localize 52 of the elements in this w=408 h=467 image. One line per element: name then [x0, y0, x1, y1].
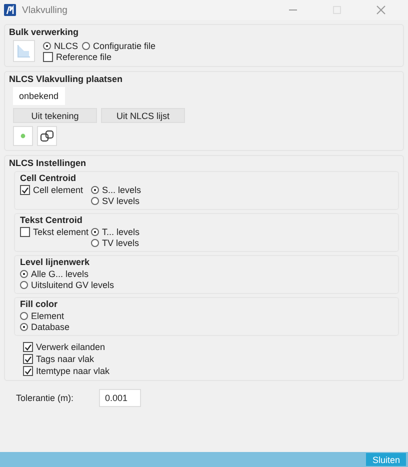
group-title: Tekst Centroid	[20, 215, 82, 225]
radio-button[interactable]	[20, 323, 28, 331]
radio-button[interactable]	[43, 42, 51, 50]
group-title: NLCS Vlakvulling plaatsen	[9, 74, 123, 84]
radio-button[interactable]	[82, 42, 90, 50]
tolerance-label: Tolerantie (m):	[16, 393, 75, 403]
checkbox-label[interactable]: Cell element	[33, 185, 84, 195]
group-title: Level lijnenwerk	[20, 257, 90, 267]
radio-label[interactable]: NLCS	[54, 40, 78, 50]
group-title: NLCS Instellingen	[9, 158, 86, 168]
radio-label[interactable]: Database	[31, 322, 70, 332]
radio-label[interactable]: S... levels	[102, 185, 142, 195]
checkbox-label[interactable]: Verwerk eilanden	[36, 342, 106, 352]
checkbox-label[interactable]: Tags naar vlak	[36, 354, 94, 364]
radio-label[interactable]: T... levels	[102, 227, 140, 237]
chain-link-icon	[40, 129, 54, 143]
radio-button[interactable]	[91, 186, 99, 194]
radio-button[interactable]	[91, 228, 99, 236]
radio-button[interactable]	[20, 281, 28, 289]
radio-label[interactable]: Uitsluitend GV levels	[31, 280, 114, 290]
checkbox[interactable]	[23, 366, 33, 376]
radio-button[interactable]	[20, 312, 28, 320]
app-logo-icon	[4, 4, 16, 16]
link-button[interactable]	[37, 126, 57, 146]
radio-button[interactable]	[20, 270, 28, 278]
chart-icon	[16, 43, 32, 59]
tolerance-field[interactable]: 0.001	[99, 389, 141, 407]
group-title: Fill color	[20, 299, 58, 309]
value-field[interactable]: onbekend	[13, 87, 65, 105]
action-button[interactable]: Uit tekening	[13, 108, 97, 123]
group-title: Cell Centroid	[20, 173, 76, 183]
radio-label[interactable]: Configuratie file	[93, 40, 156, 50]
checkbox[interactable]	[43, 52, 53, 62]
radio-button[interactable]	[91, 239, 99, 247]
radio-label[interactable]: SV levels	[102, 196, 140, 206]
checkbox[interactable]	[23, 342, 33, 352]
window-title: Vlakvulling	[22, 4, 68, 16]
action-button[interactable]: Uit NLCS lijst	[101, 108, 185, 123]
checkbox-label[interactable]: Tekst element	[33, 227, 89, 237]
checkbox-label[interactable]: Reference file	[56, 52, 112, 62]
checkbox[interactable]	[20, 185, 30, 195]
radio-label[interactable]: Alle G... levels	[31, 269, 89, 279]
radio-label[interactable]: Element	[31, 311, 64, 321]
checkbox[interactable]	[23, 354, 33, 364]
radio-button[interactable]	[91, 197, 99, 205]
checkbox[interactable]	[20, 227, 30, 237]
dot-icon	[20, 133, 26, 139]
group-title: Bulk verwerking	[9, 27, 79, 37]
close-icon	[376, 5, 386, 15]
radio-label[interactable]: TV levels	[102, 238, 140, 248]
checkmark-icon	[21, 186, 29, 194]
checkbox-label[interactable]: Itemtype naar vlak	[36, 366, 110, 376]
